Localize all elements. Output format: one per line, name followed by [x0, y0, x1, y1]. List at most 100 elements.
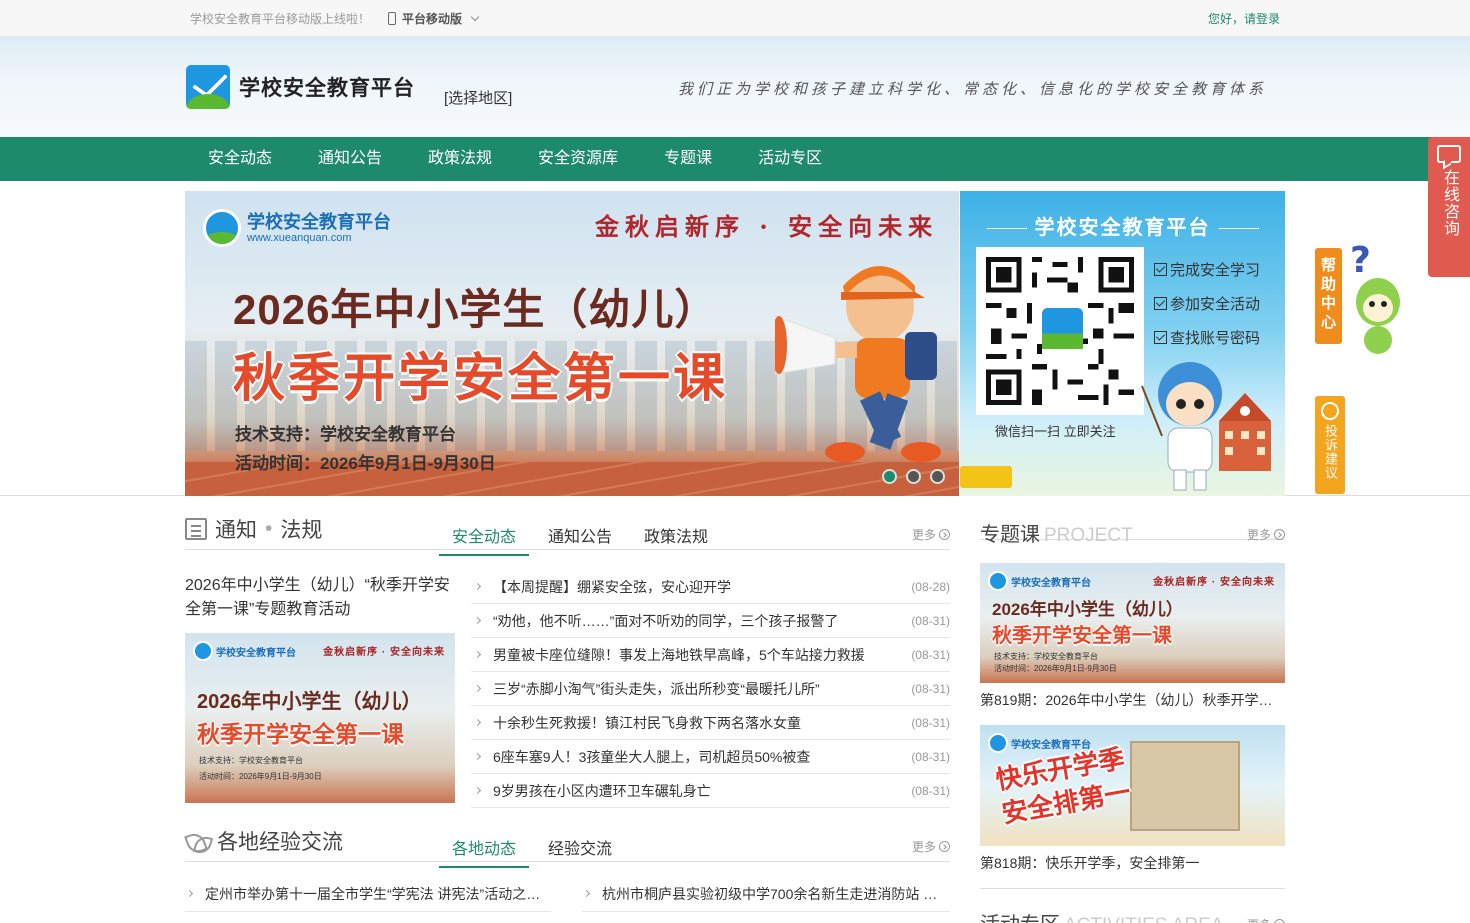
logo-mark-icon — [186, 65, 230, 109]
chevron-right-icon — [473, 616, 482, 625]
tab-local-news[interactable]: 各地动态 — [439, 832, 530, 868]
chevron-right-icon — [582, 889, 591, 898]
more-label: 更多 — [911, 528, 936, 542]
thumb-support: 技术支持：学校安全教育平台 — [199, 756, 303, 765]
exchange-section-header: 各地经验交流 各地动态 经验交流 更多 — [185, 812, 950, 868]
nav-topic-courses[interactable]: 专题课 — [641, 137, 735, 181]
tab-notices[interactable]: 通知公告 — [535, 520, 625, 556]
tab-safety-news[interactable]: 安全动态 — [439, 520, 530, 556]
region-selector[interactable]: [选择地区] — [444, 87, 512, 108]
chevron-right-icon — [473, 650, 482, 659]
activity-section-header: 活动专区 ACTIVITIES AREA 更多 — [980, 890, 1285, 923]
tab-policies[interactable]: 政策法规 — [631, 520, 721, 556]
project-more-link[interactable]: 更多 — [1247, 526, 1285, 543]
banner-dot-1[interactable] — [882, 469, 897, 484]
news-title[interactable]: 9岁男孩在小区内遭环卫车碾轧身亡 — [493, 781, 901, 801]
notice-section-title: 通知 • 法规 — [185, 514, 322, 544]
online-consult-button[interactable]: 在线咨询 — [1428, 137, 1470, 277]
qr-benefit-label: 参加安全活动 — [1170, 296, 1261, 313]
mobile-version-label: 平台移动版 — [402, 12, 463, 26]
activity-more-link[interactable]: 更多 — [1247, 916, 1285, 923]
thumb-logo-text: 学校安全教育平台 — [1011, 577, 1091, 589]
thumb-tagline: 金秋启新序 · 安全向未来 — [323, 647, 445, 658]
banner-logo: 学校安全教育平台 www.xueanquan.com — [203, 209, 391, 247]
project-title-en: PROJECT — [1044, 525, 1133, 546]
list-item[interactable]: 男童被卡座位缝隙！事发上海地铁早高峰，5个车站接力救援 (08-31) — [471, 638, 950, 672]
list-item[interactable]: 十余秒生死救援！镇江村民飞身救下两名落水女童 (08-31) — [471, 706, 950, 740]
qr-benefit-item: 参加安全活动 — [1154, 293, 1260, 314]
nav-policies[interactable]: 政策法规 — [405, 137, 515, 181]
notice-section-header: 通知 • 法规 安全动态 通知公告 政策法规 更多 — [185, 500, 950, 556]
nav-activities[interactable]: 活动专区 — [735, 137, 845, 181]
list-item[interactable]: 杭州市桐庐县实验初级中学700余名新生走进消防站 开启军训 — [582, 876, 950, 912]
complaint-label: 投诉建议 — [1323, 424, 1338, 480]
pencil-icon — [1321, 402, 1339, 420]
news-title[interactable]: 【本周提醒】绷紧安全弦，安心迎开学 — [493, 577, 901, 597]
banner-slide[interactable]: 学校安全教育平台 www.xueanquan.com 金秋启新序 · 安全向未来… — [185, 191, 959, 496]
exchange-tabs: 各地动态 经验交流 — [439, 832, 631, 868]
list-item[interactable]: “劝他，他不听……”面对不听劝的同学，三个孩子报警了 (08-31) — [471, 604, 950, 638]
checkbox-icon — [1154, 263, 1167, 276]
project-section-header: 专题课 PROJECT 更多 — [980, 500, 1285, 546]
nav-safety-news[interactable]: 安全动态 — [185, 137, 295, 181]
list-item[interactable]: 【本周提醒】绷紧安全弦，安心迎开学 (08-28) — [471, 570, 950, 604]
news-date: (08-31) — [911, 647, 950, 662]
qr-benefit-item: 查找账号密码 — [1154, 327, 1260, 348]
news-title[interactable]: 6座车塞9人！3孩童坐大人腿上，司机超员50%被查 — [493, 747, 901, 767]
news-date: (08-31) — [911, 681, 950, 696]
exchange-item-title[interactable]: 杭州市桐庐县实验初级中学700余名新生走进消防站 开启军训 — [602, 884, 950, 904]
help-center-button[interactable]: 帮助中心 — [1315, 248, 1342, 344]
list-item[interactable]: 定州市举办第十一届全市学生“学宪法 讲宪法”活动之定州市决赛 — [185, 876, 551, 912]
arrow-circle-icon — [1274, 529, 1285, 540]
project-thumb-819[interactable]: 学校安全教育平台 金秋启新序 · 安全向未来 2026年中小学生（幼儿） 秋季开… — [980, 563, 1285, 683]
header: 学校安全教育平台 [选择地区] 我们正为学校和孩子建立科学化、常态化、信息化的学… — [0, 37, 1470, 137]
list-item[interactable]: 9岁男孩在小区内遭环卫车碾轧身亡 (08-31) — [471, 774, 950, 808]
feature-article-title[interactable]: 2026年中小学生（幼儿）“秋季开学安全第一课”专题教育活动 — [185, 574, 457, 622]
list-item[interactable]: 三岁“赤脚小淘气”街头走失，派出所秒变“最暖托儿所” (08-31) — [471, 672, 950, 706]
nav-notices[interactable]: 通知公告 — [295, 137, 405, 181]
banner-logo-url: www.xueanquan.com — [247, 232, 352, 244]
news-title[interactable]: 三岁“赤脚小淘气”街头走失，派出所秒变“最暖托儿所” — [493, 679, 901, 699]
more-label: 更多 — [911, 840, 936, 854]
document-icon — [185, 518, 207, 540]
feature-article-image[interactable]: 学校安全教育平台 金秋启新序 · 安全向未来 2026年中小学生（幼儿） 秋季开… — [185, 633, 455, 803]
chevron-right-icon — [185, 889, 194, 898]
news-title[interactable]: “劝他，他不听……”面对不听劝的同学，三个孩子报警了 — [493, 611, 901, 631]
banner-dot-2[interactable] — [906, 469, 921, 484]
project-caption-819[interactable]: 第819期：2026年中小学生（幼儿）秋季开学安全第一课 — [980, 690, 1285, 710]
chevron-down-icon — [470, 12, 480, 22]
project-thumb-818[interactable]: 学校安全教育平台 快乐开学季 安全排第一 — [980, 725, 1285, 846]
banner-tagline: 金秋启新序 · 安全向未来 — [595, 212, 939, 241]
notice-more-link[interactable]: 更多 — [912, 526, 950, 543]
mobile-launch-notice: 学校安全教育平台移动版上线啦！ — [190, 12, 371, 26]
thumb-big-title: 快乐开学季 安全排第一 — [993, 743, 1133, 829]
online-consult-label: 在线咨询 — [1441, 169, 1458, 237]
site-logo[interactable]: 学校安全教育平台 — [186, 65, 415, 109]
school-gate-illustration — [1130, 741, 1240, 831]
qr-panel-title: 学校安全教育平台 — [960, 211, 1285, 240]
banner-dot-3[interactable] — [930, 469, 945, 484]
svg-text:?: ? — [1350, 240, 1371, 281]
tab-experience[interactable]: 经验交流 — [535, 832, 625, 868]
complaint-button[interactable]: 投诉建议 — [1315, 396, 1345, 494]
list-item[interactable]: 6座车塞9人！3孩童坐大人腿上，司机超员50%被查 (08-31) — [471, 740, 950, 774]
activity-title-text: 活动专区 — [980, 914, 1060, 923]
phone-icon — [388, 12, 397, 25]
news-title[interactable]: 男童被卡座位缝隙！事发上海地铁早高峰，5个车站接力救援 — [493, 645, 901, 665]
news-title[interactable]: 十余秒生死救援！镇江村民飞身救下两名落水女童 — [493, 713, 901, 733]
exchange-more-link[interactable]: 更多 — [912, 838, 950, 855]
exchange-item-title[interactable]: 定州市举办第十一届全市学生“学宪法 讲宪法”活动之定州市决赛 — [205, 884, 551, 904]
qr-benefit-label: 查找账号密码 — [1170, 330, 1261, 347]
banner-title-line2: 秋季开学安全第一课 — [233, 350, 729, 408]
project-caption-818[interactable]: 第818期：快乐开学季，安全排第一 — [980, 853, 1285, 873]
wechat-qr-code — [976, 247, 1144, 415]
nav-resources[interactable]: 安全资源库 — [515, 137, 641, 181]
banner-time: 活动时间：2026年9月1日-9月30日 — [235, 454, 496, 473]
title-part-b: 法规 — [280, 519, 323, 542]
thumb-time: 活动时间：2026年9月1日-9月30日 — [199, 772, 322, 781]
login-link[interactable]: 您好，请登录 — [1208, 10, 1280, 27]
mobile-version-menu[interactable]: 平台移动版 — [388, 10, 480, 27]
arrow-circle-icon — [939, 841, 950, 852]
checkbox-icon — [1154, 331, 1167, 344]
thumb-logo: 学校安全教育平台 — [193, 641, 296, 661]
